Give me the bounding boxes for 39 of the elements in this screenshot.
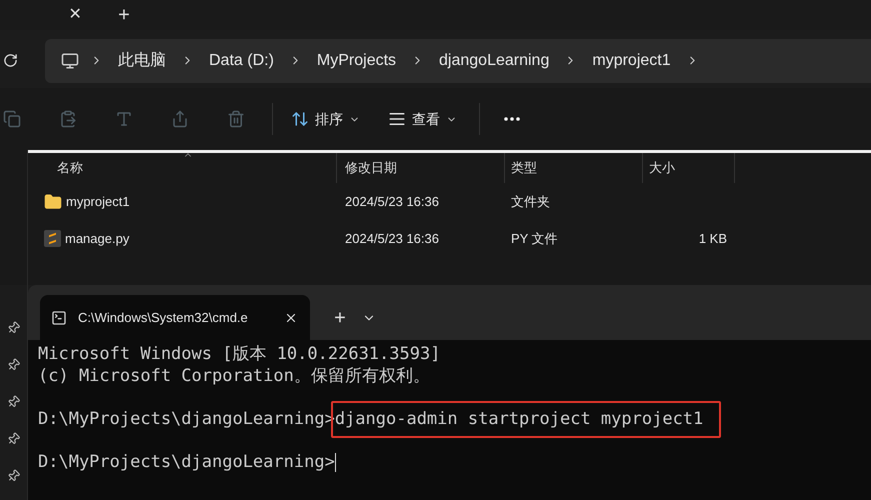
- rename-icon: [115, 110, 133, 128]
- sort-arrows-icon: [291, 110, 309, 128]
- column-header[interactable]: 大小: [643, 153, 735, 183]
- more-icon: [504, 117, 520, 121]
- breadcrumb[interactable]: MyProjects: [312, 48, 400, 72]
- console-prompt: D:\MyProjects\djangoLearning>: [38, 452, 335, 473]
- column-header[interactable]: 修改日期: [337, 153, 505, 183]
- delete-icon: [227, 110, 245, 128]
- paste-icon: [59, 110, 77, 128]
- file-size: 1 KB: [698, 230, 727, 248]
- copy-icon: [3, 110, 21, 128]
- breadcrumb[interactable]: Data (D:): [205, 48, 278, 72]
- modified-date: 2024/5/23 16:36: [344, 230, 440, 248]
- breadcrumb[interactable]: djangoLearning: [435, 48, 554, 72]
- refresh-icon[interactable]: [3, 53, 18, 68]
- close-tab-button[interactable]: ✕: [64, 3, 86, 27]
- console-output: (c) Microsoft Corporation。保留所有权利。: [38, 366, 430, 387]
- new-tab-button[interactable]: +: [114, 0, 134, 30]
- terminal-tab[interactable]: C:\Windows\System32\cmd.e: [40, 295, 310, 340]
- console-output: Microsoft Windows [版本 10.0.22631.3593]: [38, 344, 440, 366]
- column-header[interactable]: 类型: [505, 153, 643, 183]
- folder-icon: [44, 192, 62, 210]
- share-icon: [171, 110, 189, 128]
- breadcrumb[interactable]: 此电脑: [114, 48, 170, 72]
- address-bar[interactable]: 此电脑 Data (D:) MyProjects djangoLearning myproject1: [45, 38, 871, 82]
- view-menu-button[interactable]: 查看: [378, 101, 467, 137]
- breadcrumb[interactable]: myproject1: [588, 48, 675, 72]
- modified-date: 2024/5/23 16:36: [344, 192, 440, 211]
- new-tab-button[interactable]: +: [328, 302, 352, 332]
- lines-icon: [388, 110, 406, 128]
- file-name[interactable]: myproject1: [66, 192, 130, 212]
- file-type: 文件夹: [510, 192, 551, 211]
- terminal-icon: [50, 310, 68, 326]
- column-header[interactable]: 名称: [28, 153, 337, 183]
- computer-icon: [61, 52, 79, 70]
- file-icon: [44, 230, 61, 247]
- file-name[interactable]: manage.py: [65, 228, 130, 248]
- sort-menu-button[interactable]: 排序: [281, 101, 370, 137]
- file-type: PY 文件: [510, 230, 559, 248]
